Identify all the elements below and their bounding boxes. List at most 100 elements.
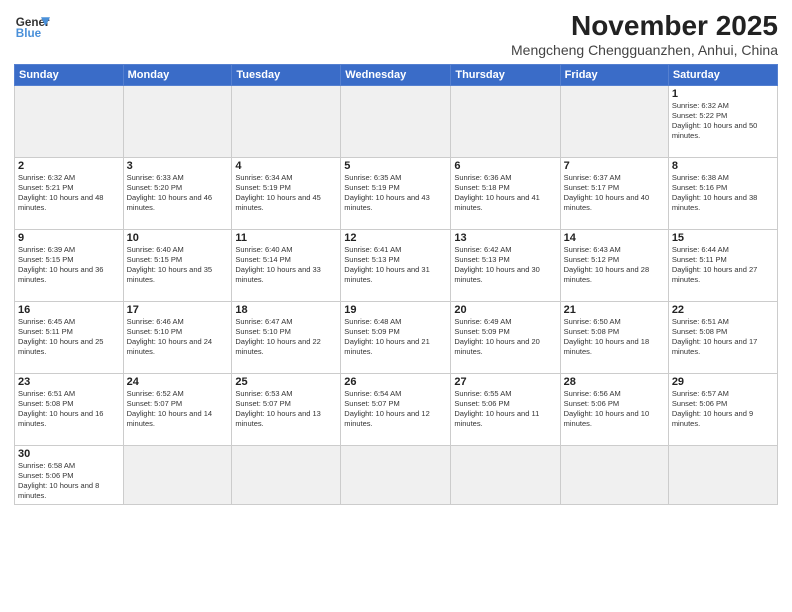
calendar-cell: 10Sunrise: 6:40 AMSunset: 5:15 PMDayligh… — [123, 230, 232, 302]
day-info: Sunrise: 6:51 AMSunset: 5:08 PMDaylight:… — [18, 389, 120, 430]
weekday-saturday: Saturday — [668, 65, 777, 86]
day-number: 9 — [18, 232, 120, 244]
calendar: SundayMondayTuesdayWednesdayThursdayFrid… — [14, 64, 778, 505]
calendar-cell — [341, 86, 451, 158]
calendar-cell — [341, 446, 451, 505]
calendar-cell: 1Sunrise: 6:32 AMSunset: 5:22 PMDaylight… — [668, 86, 777, 158]
title-block: November 2025 Mengcheng Chengguanzhen, A… — [511, 10, 778, 58]
day-number: 14 — [564, 232, 665, 244]
calendar-cell — [15, 86, 124, 158]
day-number: 8 — [672, 160, 774, 172]
day-number: 25 — [235, 376, 337, 388]
day-number: 10 — [127, 232, 229, 244]
calendar-cell — [451, 86, 560, 158]
day-info: Sunrise: 6:42 AMSunset: 5:13 PMDaylight:… — [454, 245, 556, 286]
day-info: Sunrise: 6:54 AMSunset: 5:07 PMDaylight:… — [344, 389, 447, 430]
calendar-cell: 5Sunrise: 6:35 AMSunset: 5:19 PMDaylight… — [341, 158, 451, 230]
calendar-cell — [232, 446, 341, 505]
day-number: 17 — [127, 304, 229, 316]
day-number: 3 — [127, 160, 229, 172]
day-number: 29 — [672, 376, 774, 388]
day-number: 12 — [344, 232, 447, 244]
day-info: Sunrise: 6:47 AMSunset: 5:10 PMDaylight:… — [235, 317, 337, 358]
calendar-cell: 7Sunrise: 6:37 AMSunset: 5:17 PMDaylight… — [560, 158, 668, 230]
calendar-cell: 28Sunrise: 6:56 AMSunset: 5:06 PMDayligh… — [560, 374, 668, 446]
day-number: 27 — [454, 376, 556, 388]
day-number: 19 — [344, 304, 447, 316]
weekday-wednesday: Wednesday — [341, 65, 451, 86]
calendar-cell: 19Sunrise: 6:48 AMSunset: 5:09 PMDayligh… — [341, 302, 451, 374]
day-number: 2 — [18, 160, 120, 172]
day-info: Sunrise: 6:49 AMSunset: 5:09 PMDaylight:… — [454, 317, 556, 358]
weekday-sunday: Sunday — [15, 65, 124, 86]
location-title: Mengcheng Chengguanzhen, Anhui, China — [511, 42, 778, 58]
day-info: Sunrise: 6:36 AMSunset: 5:18 PMDaylight:… — [454, 173, 556, 214]
day-number: 28 — [564, 376, 665, 388]
calendar-cell: 21Sunrise: 6:50 AMSunset: 5:08 PMDayligh… — [560, 302, 668, 374]
calendar-cell: 11Sunrise: 6:40 AMSunset: 5:14 PMDayligh… — [232, 230, 341, 302]
day-info: Sunrise: 6:55 AMSunset: 5:06 PMDaylight:… — [454, 389, 556, 430]
day-info: Sunrise: 6:48 AMSunset: 5:09 PMDaylight:… — [344, 317, 447, 358]
day-info: Sunrise: 6:50 AMSunset: 5:08 PMDaylight:… — [564, 317, 665, 358]
calendar-cell — [668, 446, 777, 505]
day-info: Sunrise: 6:34 AMSunset: 5:19 PMDaylight:… — [235, 173, 337, 214]
calendar-cell: 13Sunrise: 6:42 AMSunset: 5:13 PMDayligh… — [451, 230, 560, 302]
day-info: Sunrise: 6:52 AMSunset: 5:07 PMDaylight:… — [127, 389, 229, 430]
calendar-cell: 9Sunrise: 6:39 AMSunset: 5:15 PMDaylight… — [15, 230, 124, 302]
calendar-cell: 24Sunrise: 6:52 AMSunset: 5:07 PMDayligh… — [123, 374, 232, 446]
day-number: 26 — [344, 376, 447, 388]
weekday-monday: Monday — [123, 65, 232, 86]
calendar-cell: 26Sunrise: 6:54 AMSunset: 5:07 PMDayligh… — [341, 374, 451, 446]
day-info: Sunrise: 6:41 AMSunset: 5:13 PMDaylight:… — [344, 245, 447, 286]
day-info: Sunrise: 6:53 AMSunset: 5:07 PMDaylight:… — [235, 389, 337, 430]
calendar-cell: 22Sunrise: 6:51 AMSunset: 5:08 PMDayligh… — [668, 302, 777, 374]
calendar-cell: 20Sunrise: 6:49 AMSunset: 5:09 PMDayligh… — [451, 302, 560, 374]
calendar-cell: 29Sunrise: 6:57 AMSunset: 5:06 PMDayligh… — [668, 374, 777, 446]
calendar-cell: 4Sunrise: 6:34 AMSunset: 5:19 PMDaylight… — [232, 158, 341, 230]
weekday-tuesday: Tuesday — [232, 65, 341, 86]
calendar-cell — [123, 86, 232, 158]
day-info: Sunrise: 6:46 AMSunset: 5:10 PMDaylight:… — [127, 317, 229, 358]
calendar-cell: 15Sunrise: 6:44 AMSunset: 5:11 PMDayligh… — [668, 230, 777, 302]
day-number: 6 — [454, 160, 556, 172]
day-info: Sunrise: 6:40 AMSunset: 5:15 PMDaylight:… — [127, 245, 229, 286]
day-info: Sunrise: 6:57 AMSunset: 5:06 PMDaylight:… — [672, 389, 774, 430]
day-info: Sunrise: 6:58 AMSunset: 5:06 PMDaylight:… — [18, 461, 120, 502]
day-info: Sunrise: 6:33 AMSunset: 5:20 PMDaylight:… — [127, 173, 229, 214]
day-number: 1 — [672, 88, 774, 100]
calendar-cell — [232, 86, 341, 158]
calendar-cell: 16Sunrise: 6:45 AMSunset: 5:11 PMDayligh… — [15, 302, 124, 374]
day-info: Sunrise: 6:40 AMSunset: 5:14 PMDaylight:… — [235, 245, 337, 286]
day-info: Sunrise: 6:56 AMSunset: 5:06 PMDaylight:… — [564, 389, 665, 430]
calendar-cell: 3Sunrise: 6:33 AMSunset: 5:20 PMDaylight… — [123, 158, 232, 230]
day-info: Sunrise: 6:32 AMSunset: 5:22 PMDaylight:… — [672, 101, 774, 142]
day-number: 21 — [564, 304, 665, 316]
calendar-cell — [560, 446, 668, 505]
header: General Blue November 2025 Mengcheng Che… — [14, 10, 778, 58]
logo: General Blue — [14, 10, 50, 46]
day-info: Sunrise: 6:51 AMSunset: 5:08 PMDaylight:… — [672, 317, 774, 358]
page: General Blue November 2025 Mengcheng Che… — [0, 0, 792, 612]
calendar-body: 1Sunrise: 6:32 AMSunset: 5:22 PMDaylight… — [15, 86, 778, 505]
day-number: 22 — [672, 304, 774, 316]
day-info: Sunrise: 6:45 AMSunset: 5:11 PMDaylight:… — [18, 317, 120, 358]
weekday-header: SundayMondayTuesdayWednesdayThursdayFrid… — [15, 65, 778, 86]
calendar-cell — [123, 446, 232, 505]
calendar-cell: 17Sunrise: 6:46 AMSunset: 5:10 PMDayligh… — [123, 302, 232, 374]
calendar-cell: 8Sunrise: 6:38 AMSunset: 5:16 PMDaylight… — [668, 158, 777, 230]
day-number: 30 — [18, 448, 120, 460]
day-info: Sunrise: 6:37 AMSunset: 5:17 PMDaylight:… — [564, 173, 665, 214]
calendar-cell: 23Sunrise: 6:51 AMSunset: 5:08 PMDayligh… — [15, 374, 124, 446]
day-info: Sunrise: 6:32 AMSunset: 5:21 PMDaylight:… — [18, 173, 120, 214]
day-number: 7 — [564, 160, 665, 172]
calendar-cell: 14Sunrise: 6:43 AMSunset: 5:12 PMDayligh… — [560, 230, 668, 302]
logo-icon: General Blue — [14, 10, 50, 46]
day-number: 20 — [454, 304, 556, 316]
day-info: Sunrise: 6:44 AMSunset: 5:11 PMDaylight:… — [672, 245, 774, 286]
day-number: 4 — [235, 160, 337, 172]
calendar-cell: 6Sunrise: 6:36 AMSunset: 5:18 PMDaylight… — [451, 158, 560, 230]
calendar-cell: 18Sunrise: 6:47 AMSunset: 5:10 PMDayligh… — [232, 302, 341, 374]
svg-text:Blue: Blue — [16, 27, 42, 40]
calendar-cell: 30Sunrise: 6:58 AMSunset: 5:06 PMDayligh… — [15, 446, 124, 505]
day-number: 24 — [127, 376, 229, 388]
